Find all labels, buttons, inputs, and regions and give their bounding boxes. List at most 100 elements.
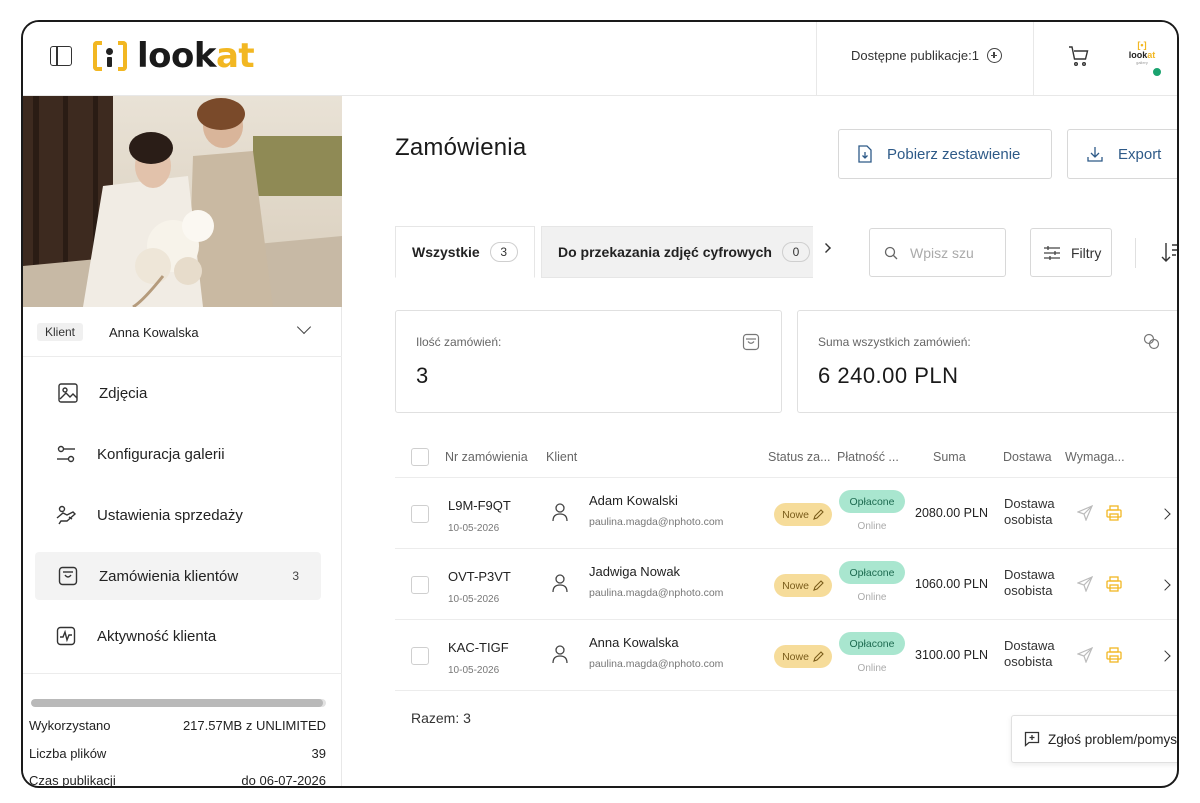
order-tabs: Wszystkie 3 — [395, 226, 535, 278]
chevron-down-icon[interactable] — [296, 319, 312, 335]
send-icon[interactable] — [1077, 505, 1093, 521]
export-button[interactable]: Export — [1067, 129, 1177, 179]
logo-text: lookat — [137, 36, 255, 76]
storage-progress-bar — [31, 699, 326, 707]
sidebar-item-client-orders[interactable]: Zamówienia klientów 3 — [35, 552, 321, 600]
row-checkbox[interactable] — [411, 576, 429, 594]
download-summary-button[interactable]: Pobierz zestawienie — [838, 129, 1052, 179]
status-badge[interactable]: Nowe — [774, 574, 832, 597]
shopping-bag-icon — [742, 333, 760, 351]
available-publications[interactable]: Dostępne publikacje:1 — [851, 48, 1002, 63]
tab-label: Do przekazania zdjęć cyfrowych — [558, 244, 772, 260]
tab-label: Wszystkie — [412, 244, 480, 260]
online-status-dot — [1151, 66, 1163, 78]
settings-sliders-icon — [57, 445, 75, 463]
app-window: lookat Dostępne publikacje:1 [•] lookat … — [21, 20, 1179, 788]
image-icon — [58, 383, 78, 403]
sidebar-item-label: Ustawienia sprzedaży — [97, 506, 243, 524]
toolbar-divider — [1135, 238, 1136, 268]
column-header[interactable]: Wymaga... — [1065, 450, 1125, 464]
column-header[interactable]: Suma — [933, 450, 966, 464]
chevron-right-icon[interactable] — [1159, 579, 1171, 591]
status-badge[interactable]: Nowe — [774, 503, 832, 526]
order-date: 10-05-2026 — [448, 594, 500, 605]
activity-icon — [56, 626, 76, 646]
card-value: 6 240.00 PLN — [818, 363, 959, 388]
card-value: 3 — [416, 363, 429, 388]
filters-button[interactable]: Filtry — [1030, 228, 1112, 277]
chevron-right-icon[interactable] — [1159, 650, 1171, 662]
stat-used: Wykorzystano 217.57MB z UNLIMITED — [29, 718, 326, 733]
storage-progress-fill — [31, 699, 324, 707]
tab-count: 3 — [489, 242, 518, 262]
order-date: 10-05-2026 — [448, 523, 500, 534]
client-email: paulina.magda@nphoto.com — [589, 658, 724, 670]
row-checkbox[interactable] — [411, 505, 429, 523]
stat-publication-time: Czas publikacji do 06-07-2026 — [29, 773, 326, 786]
client-email: paulina.magda@nphoto.com — [589, 587, 724, 599]
send-icon[interactable] — [1077, 576, 1093, 592]
chevron-right-icon[interactable] — [1159, 508, 1171, 520]
search-box[interactable] — [869, 228, 1006, 277]
client-selector[interactable]: Klient Anna Kowalska — [23, 307, 342, 357]
client-name: Anna Kowalska — [109, 325, 199, 340]
orders-count-card: Ilość zamówień: 3 — [395, 310, 782, 413]
search-input[interactable] — [910, 244, 990, 261]
filter-sliders-icon — [1044, 245, 1060, 260]
order-sum: 3100.00 PLN — [915, 648, 988, 662]
sidebar-item-photos[interactable]: Zdjęcia — [35, 369, 321, 417]
column-header[interactable]: Dostawa — [1003, 450, 1052, 464]
sidebar-toggle-icon[interactable] — [50, 46, 72, 66]
row-checkbox[interactable] — [411, 647, 429, 665]
column-header[interactable]: Status za... — [768, 450, 831, 464]
table-row[interactable]: L9M-F9QT 10-05-2026 Adam Kowalski paulin… — [395, 478, 1177, 549]
table-row[interactable]: KAC-TIGF 10-05-2026 Anna Kowalska paulin… — [395, 620, 1177, 691]
sort-icon[interactable] — [1161, 241, 1179, 263]
sidebar-item-label: Aktywność klienta — [97, 627, 217, 645]
column-header[interactable]: Nr zamówienia — [445, 450, 528, 464]
export-label: Export — [1118, 145, 1162, 163]
payment-method: Online — [857, 592, 887, 603]
tab-digital-photos[interactable]: Do przekazania zdjęć cyfrowych 0 — [541, 226, 813, 278]
report-problem-button[interactable]: Zgłoś problem/pomysł — [1011, 715, 1177, 763]
sidebar-item-gallery-config[interactable]: Konfiguracja galerii — [35, 430, 321, 478]
payment-badge: Opłacone — [839, 561, 905, 584]
delivery-type: Dostawa osobista — [1004, 496, 1055, 527]
pencil-icon — [813, 651, 824, 662]
page-title: Zamówienia — [395, 134, 527, 161]
cart-icon[interactable] — [1067, 44, 1091, 68]
orders-sum-card: Suma wszystkich zamówień: 6 240.00 PLN — [797, 310, 1177, 413]
payment-method: Online — [857, 521, 887, 532]
select-all-checkbox[interactable] — [411, 448, 429, 466]
stat-files: Liczba plików 39 — [29, 746, 326, 761]
chevron-right-icon[interactable] — [821, 243, 831, 253]
printer-icon[interactable] — [1106, 647, 1122, 663]
status-label: Nowe — [782, 508, 809, 521]
sidebar-item-client-activity[interactable]: Aktywność klienta — [35, 612, 321, 660]
printer-icon[interactable] — [1106, 505, 1122, 521]
stat-label: Wykorzystano — [29, 718, 111, 733]
table-row[interactable]: OVT-P3VT 10-05-2026 Jadwiga Nowak paulin… — [395, 549, 1177, 620]
tab-digital-wrapper: Do przekazania zdjęć cyfrowych 0 — [541, 226, 813, 278]
stat-value: 217.57MB z UNLIMITED — [182, 718, 326, 733]
tab-all[interactable]: Wszystkie 3 — [395, 226, 535, 278]
lookat-logo[interactable]: lookat — [93, 36, 255, 76]
order-number: OVT-P3VT — [448, 569, 511, 584]
add-circle-icon[interactable] — [986, 48, 1002, 63]
orders-table-header: Nr zamówienia Klient Status za... Płatno… — [395, 442, 1177, 478]
column-header[interactable]: Klient — [546, 450, 577, 464]
sidebar-item-sales-settings[interactable]: Ustawienia sprzedaży — [35, 491, 321, 539]
hand-coin-icon — [56, 505, 77, 525]
client-name: Jadwiga Nowak — [589, 564, 681, 579]
download-summary-label: Pobierz zestawienie — [887, 145, 1021, 163]
filters-label: Filtry — [1071, 244, 1102, 261]
payment-method: Online — [857, 663, 887, 674]
user-icon — [552, 503, 568, 522]
client-name: Adam Kowalski — [589, 493, 678, 508]
status-badge[interactable]: Nowe — [774, 645, 832, 668]
column-header[interactable]: Płatność ... — [837, 450, 899, 464]
printer-icon[interactable] — [1106, 576, 1122, 592]
status-label: Nowe — [782, 579, 809, 592]
shopping-bag-icon — [58, 566, 78, 586]
send-icon[interactable] — [1077, 647, 1093, 663]
